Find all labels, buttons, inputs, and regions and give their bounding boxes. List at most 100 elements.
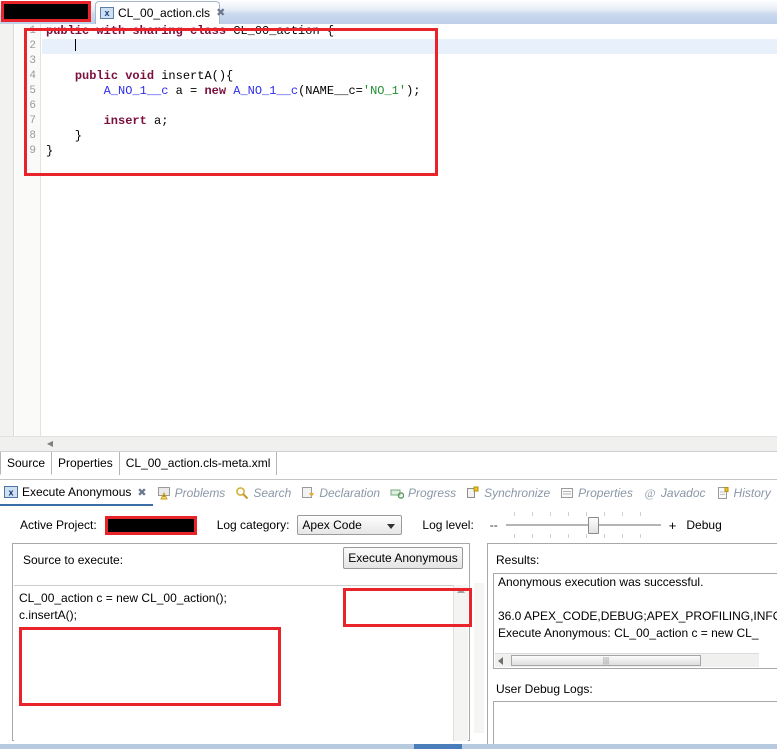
- slider-tick: [513, 534, 515, 538]
- slider-tick: [603, 534, 605, 538]
- slider-tick: [567, 534, 569, 538]
- results-text: Anonymous execution was successful. 36.0 …: [494, 574, 777, 642]
- code-token: a;: [154, 114, 169, 128]
- text-caret: [74, 39, 76, 51]
- apex-execute-icon: x: [4, 485, 18, 499]
- code-token: new: [204, 84, 234, 98]
- view-tab-search[interactable]: Search: [231, 481, 297, 505]
- view-tab-label: Declaration: [319, 486, 381, 500]
- line-number: 8: [29, 130, 36, 142]
- view-tab-label: Synchronize: [484, 486, 551, 500]
- results-line: Anonymous execution was successful.: [498, 575, 704, 589]
- slider-tick: [531, 534, 533, 538]
- slider-tick: [585, 512, 587, 516]
- code-text-area[interactable]: public with sharing class CL_00_action {…: [42, 24, 777, 436]
- results-line: Execute Anonymous: CL_00_action c = new …: [498, 626, 759, 640]
- view-tab-javadoc[interactable]: @ Javadoc: [639, 481, 712, 505]
- log-level-minus[interactable]: --: [490, 518, 498, 532]
- user-debug-logs-box[interactable]: [493, 701, 777, 749]
- editor-bottom-tab-properties[interactable]: Properties: [52, 452, 120, 475]
- view-tab-synchronize[interactable]: Synchronize: [462, 481, 556, 505]
- code-line: }: [42, 129, 777, 144]
- close-icon[interactable]: ✖: [137, 486, 146, 499]
- editor-tab-redacted[interactable]: [1, 1, 91, 22]
- editor-bottom-tab-source[interactable]: Source: [0, 452, 53, 475]
- line-number-gutter: 1 2 3 4 5 6 7 8 9: [15, 24, 41, 436]
- slider-track: [505, 524, 661, 526]
- view-tab-label: Execute Anonymous: [22, 485, 132, 499]
- editor-bottom-tab-cl-00-action-cls-meta-xml[interactable]: CL_00_action.cls-meta.xml: [120, 452, 278, 475]
- view-tab-execute-anonymous[interactable]: x Execute Anonymous ✖: [0, 480, 153, 506]
- view-tab-label: Search: [253, 486, 292, 500]
- code-token: }: [46, 129, 83, 143]
- panel-divider-scrollbar[interactable]: [472, 543, 486, 741]
- view-tab-progress[interactable]: Progress: [386, 481, 462, 505]
- code-line: [42, 39, 777, 54]
- scroll-left-icon[interactable]: [498, 657, 503, 665]
- slider-tick: [621, 512, 623, 516]
- code-token: A_NO_1__c: [103, 84, 169, 98]
- code-token: }: [46, 144, 54, 158]
- slider-tick: [603, 512, 605, 516]
- line-number: 6: [29, 100, 36, 112]
- view-tab-label: Progress: [408, 486, 457, 500]
- view-tab-properties[interactable]: Properties: [556, 481, 639, 505]
- window-horizontal-scrollbar[interactable]: [0, 744, 777, 749]
- line-number: 5: [29, 85, 36, 97]
- line-number: 1: [29, 25, 36, 37]
- code-line: public void insertA(){: [42, 69, 777, 84]
- line-number: 4: [29, 70, 36, 82]
- slider-tick: [585, 534, 587, 538]
- code-line: public with sharing class CL_00_action {: [42, 24, 777, 39]
- history-icon: [716, 486, 730, 500]
- slider-tick: [639, 534, 641, 538]
- results-output-box[interactable]: Anonymous execution was successful. 36.0 …: [493, 573, 777, 669]
- line-number: 3: [29, 55, 36, 67]
- chevron-down-icon: [387, 524, 396, 529]
- view-tab-declaration[interactable]: Declaration: [297, 481, 386, 505]
- javadoc-icon: @: [643, 486, 657, 500]
- apex-class-icon: x: [100, 6, 114, 20]
- source-vertical-scrollbar[interactable]: [453, 585, 468, 741]
- scroll-left-icon[interactable]: ◀: [45, 439, 55, 449]
- view-tab-history[interactable]: History: [712, 481, 777, 505]
- editor-horizontal-scrollbar[interactable]: ◀: [0, 436, 777, 451]
- slider-tick: [567, 512, 569, 516]
- slider-thumb[interactable]: [587, 517, 599, 534]
- log-category-selected-value: Apex Code: [302, 518, 362, 532]
- editor-tab-cl-00-action-cls[interactable]: x CL_00_action.cls ✖: [95, 1, 225, 24]
- view-tab-problems[interactable]: Problems: [153, 481, 232, 505]
- execute-anonymous-button[interactable]: Execute Anonymous: [343, 547, 463, 569]
- scrollbar-thumb[interactable]: [414, 744, 462, 749]
- results-line: [494, 591, 777, 608]
- execute-anonymous-body: Source to execute: Execute Anonymous CL_…: [0, 543, 777, 749]
- line-number: 2: [29, 40, 36, 52]
- editor-left-margin: [0, 24, 14, 436]
- source-to-execute-label: Source to execute:: [23, 553, 124, 567]
- view-tab-label: History: [733, 486, 771, 500]
- close-icon[interactable]: ✖: [216, 7, 225, 19]
- log-category-dropdown[interactable]: Apex Code: [297, 515, 403, 535]
- results-label: Results:: [496, 553, 540, 567]
- view-tab-label: Properties: [578, 486, 633, 500]
- results-horizontal-scrollbar[interactable]: |||: [495, 653, 759, 667]
- code-token: insertA(){: [161, 69, 234, 83]
- source-to-execute-panel: Source to execute: Execute Anonymous CL_…: [12, 543, 470, 741]
- log-level-slider[interactable]: [505, 510, 661, 540]
- log-level-plus[interactable]: +: [669, 518, 677, 533]
- editor-tab-label: CL_00_action.cls: [118, 6, 211, 20]
- scrollbar-thumb[interactable]: |||: [511, 655, 701, 666]
- slider-tick: [621, 534, 623, 538]
- problems-icon: [157, 486, 171, 500]
- log-level-value: Debug: [686, 518, 722, 532]
- editor-bottom-tab-bar: Source Properties CL_00_action.cls-meta.xm…: [0, 451, 777, 477]
- source-to-execute-input[interactable]: CL_00_action c = new CL_00_action(); c.i…: [14, 585, 454, 741]
- code-token: public void: [74, 69, 162, 83]
- active-project-label: Active Project:: [20, 518, 97, 532]
- scroll-up-icon[interactable]: [457, 588, 465, 593]
- active-project-value-redacted[interactable]: [104, 515, 197, 535]
